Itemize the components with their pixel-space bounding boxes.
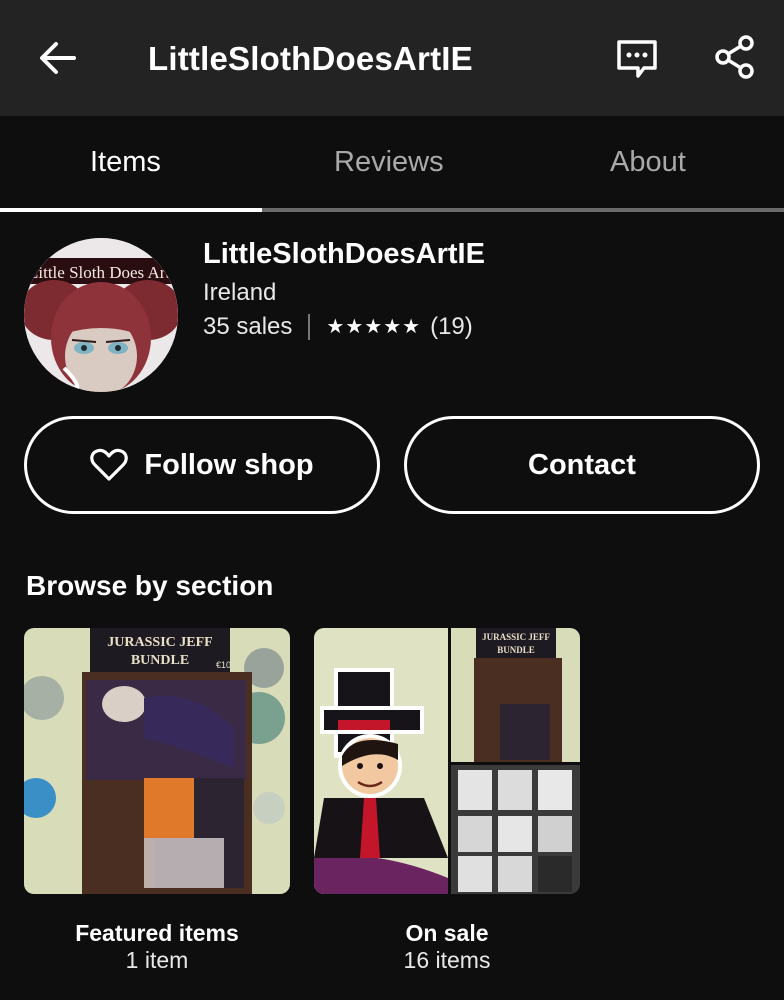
shop-stats: 35 sales ★ ★ ★ ★ ★ (19) <box>203 313 473 341</box>
contact-label: Contact <box>528 448 636 481</box>
heart-icon <box>90 448 129 481</box>
top-app-bar: LittleSlothDoesArtIE <box>0 0 784 116</box>
tab-about[interactable]: About <box>610 146 686 179</box>
svg-text:JURASSIC JEFF: JURASSIC JEFF <box>107 635 212 650</box>
arrow-left-icon <box>40 42 76 74</box>
back-button[interactable] <box>36 36 80 80</box>
sales-count: 35 sales <box>203 313 293 340</box>
section-count-featured: 1 item <box>125 947 189 973</box>
tab-items[interactable]: Items <box>90 146 161 179</box>
svg-text:JURASSIC JEFF: JURASSIC JEFF <box>482 632 550 642</box>
contact-button[interactable]: Contact <box>404 416 760 514</box>
follow-shop-label: Follow shop <box>144 448 314 481</box>
tab-active-indicator <box>0 208 262 212</box>
section-label-on-sale[interactable]: On sale <box>314 920 580 947</box>
svg-text:BUNDLE: BUNDLE <box>131 653 189 668</box>
star-icon: ★ <box>383 316 402 338</box>
tab-reviews[interactable]: Reviews <box>334 146 444 179</box>
svg-text:Little Sloth Does Art: Little Sloth Does Art <box>28 263 170 282</box>
share-button[interactable] <box>712 34 758 80</box>
rating-stars[interactable]: ★ ★ ★ ★ ★ <box>326 317 420 337</box>
featured-items-thumbnail: JURASSIC JEFF BUNDLE €10 <box>24 628 290 894</box>
section-card-featured-image[interactable]: JURASSIC JEFF BUNDLE €10 <box>24 628 290 894</box>
message-icon <box>617 40 657 78</box>
section-card-sale-image[interactable]: JURASSIC JEFF BUNDLE <box>314 628 580 894</box>
section-count-on-sale: 16 items <box>403 947 491 973</box>
shop-name: LittleSlothDoesArtIE <box>203 238 485 270</box>
svg-text:€10: €10 <box>216 660 231 670</box>
star-icon: ★ <box>345 316 364 338</box>
section-label-featured[interactable]: Featured items <box>24 920 290 947</box>
star-icon: ★ <box>326 316 345 338</box>
follow-shop-button[interactable]: Follow shop <box>24 416 380 514</box>
on-sale-thumbnail: JURASSIC JEFF BUNDLE <box>314 628 580 894</box>
avatar-illustration: Little Sloth Does Art <box>24 238 178 392</box>
page-title: LittleSlothDoesArtIE <box>148 40 473 77</box>
svg-text:BUNDLE: BUNDLE <box>497 645 535 655</box>
message-button[interactable] <box>614 36 660 80</box>
shop-avatar[interactable]: Little Sloth Does Art <box>24 238 178 392</box>
star-icon: ★ <box>364 316 383 338</box>
stats-divider <box>308 314 311 340</box>
share-icon <box>715 35 754 79</box>
tab-bar: Items Reviews About <box>0 116 784 212</box>
star-icon: ★ <box>402 316 421 338</box>
shop-location: Ireland <box>203 279 277 306</box>
browse-section-title: Browse by section <box>26 570 274 601</box>
review-count[interactable]: (19) <box>430 313 473 341</box>
